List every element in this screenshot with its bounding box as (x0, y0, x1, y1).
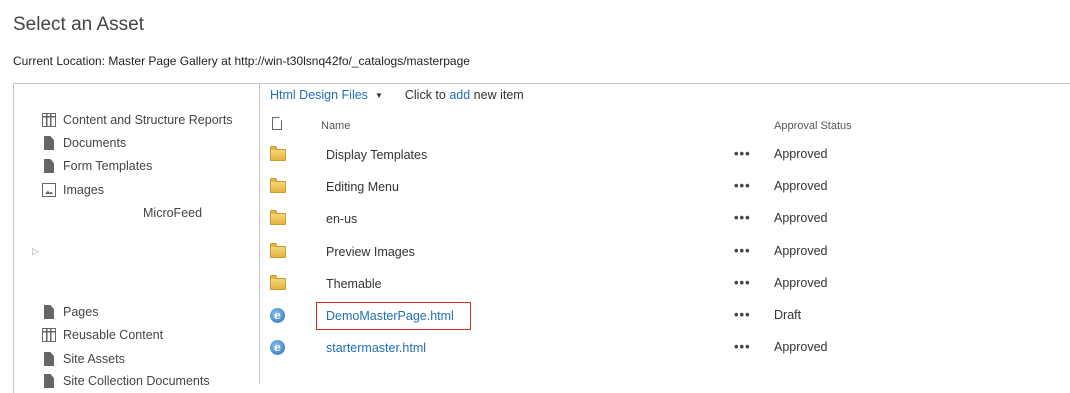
nav-item-reusable-content[interactable]: Reusable Content (42, 328, 163, 342)
document-icon (44, 159, 54, 173)
expand-arrow-icon[interactable]: ▷ (32, 246, 39, 257)
document-icon (44, 352, 54, 366)
image-icon (42, 183, 56, 197)
nav-item-site-collection-documents[interactable]: Site Collection Documents (42, 374, 210, 388)
table-row[interactable]: Themable ••• Approved (260, 269, 1070, 301)
folder-icon (270, 178, 286, 193)
nav-item-documents[interactable]: Documents (42, 136, 126, 150)
nav-item-site-assets[interactable]: Site Assets (42, 352, 125, 366)
item-name[interactable]: Themable (326, 277, 382, 291)
column-header-name[interactable]: Name (321, 120, 350, 132)
nav-item-microfeed[interactable]: MicroFeed (143, 206, 202, 220)
table-row[interactable]: en-us ••• Approved (260, 204, 1070, 236)
approval-status: Approved (774, 179, 828, 193)
document-icon (44, 136, 54, 150)
table-row[interactable]: Editing Menu ••• Approved (260, 172, 1070, 204)
page-title: Select an Asset (13, 14, 144, 35)
table-row[interactable]: Display Templates ••• Approved (260, 140, 1070, 172)
nav-item-label: Site Assets (63, 352, 125, 366)
folder-icon (270, 210, 286, 225)
nav-item-label: Pages (63, 305, 99, 319)
folder-icon (270, 146, 286, 161)
column-header-approval-status[interactable]: Approval Status (774, 120, 852, 132)
nav-item-label: Form Templates (63, 159, 153, 173)
more-options-icon[interactable]: ••• (734, 146, 751, 161)
nav-item-label: Reusable Content (63, 328, 164, 342)
nav-item-label: Images (63, 183, 104, 197)
nav-item-form-templates[interactable]: Form Templates (42, 159, 152, 173)
approval-status: Approved (774, 244, 828, 258)
item-name[interactable]: Preview Images (326, 245, 415, 259)
table-icon (42, 113, 56, 127)
more-options-icon[interactable]: ••• (734, 178, 751, 193)
item-name[interactable]: en-us (326, 212, 357, 226)
approval-status: Approved (774, 340, 828, 354)
add-new-item-link[interactable]: add (449, 88, 470, 102)
nav-item-label: Documents (63, 136, 127, 150)
more-options-icon[interactable]: ••• (734, 210, 751, 225)
item-name[interactable]: Display Templates (326, 148, 427, 162)
click-suffix: new item (473, 88, 524, 102)
folder-icon (270, 243, 286, 258)
list-toolbar: Html Design Files ▼ Click to add new ite… (270, 88, 524, 102)
approval-status: Approved (774, 276, 828, 290)
table-row[interactable]: e startermaster.html ••• Approved (260, 333, 1070, 365)
more-options-icon[interactable]: ••• (734, 307, 751, 322)
html-file-icon: e (270, 340, 285, 355)
click-to-add-text: Click to add new item (405, 88, 524, 102)
html-file-icon: e (270, 308, 285, 323)
selection-highlight-box (316, 302, 471, 330)
more-options-icon[interactable]: ••• (734, 339, 751, 354)
document-icon (44, 305, 54, 319)
chevron-down-icon[interactable]: ▼ (375, 91, 383, 100)
item-name[interactable]: startermaster.html (326, 341, 426, 355)
item-name[interactable]: Editing Menu (326, 180, 399, 194)
approval-status: Approved (774, 147, 828, 161)
approval-status: Approved (774, 211, 828, 225)
table-row[interactable]: Preview Images ••• Approved (260, 237, 1070, 269)
table-icon (42, 328, 56, 342)
folder-icon (270, 275, 286, 290)
more-options-icon[interactable]: ••• (734, 275, 751, 290)
nav-item-label: Content and Structure Reports (63, 113, 233, 127)
click-prefix: Click to (404, 88, 446, 102)
current-location: Current Location: Master Page Gallery at… (13, 54, 470, 68)
nav-item-content-and-structure-reports[interactable]: Content and Structure Reports (42, 113, 233, 127)
document-icon (44, 374, 54, 388)
more-options-icon[interactable]: ••• (734, 243, 751, 258)
view-selector[interactable]: Html Design Files (270, 88, 368, 102)
nav-item-pages[interactable]: Pages (42, 305, 98, 319)
nav-item-label: Site Collection Documents (63, 374, 210, 388)
nav-item-images[interactable]: Images (42, 183, 104, 197)
approval-status: Draft (774, 308, 802, 322)
